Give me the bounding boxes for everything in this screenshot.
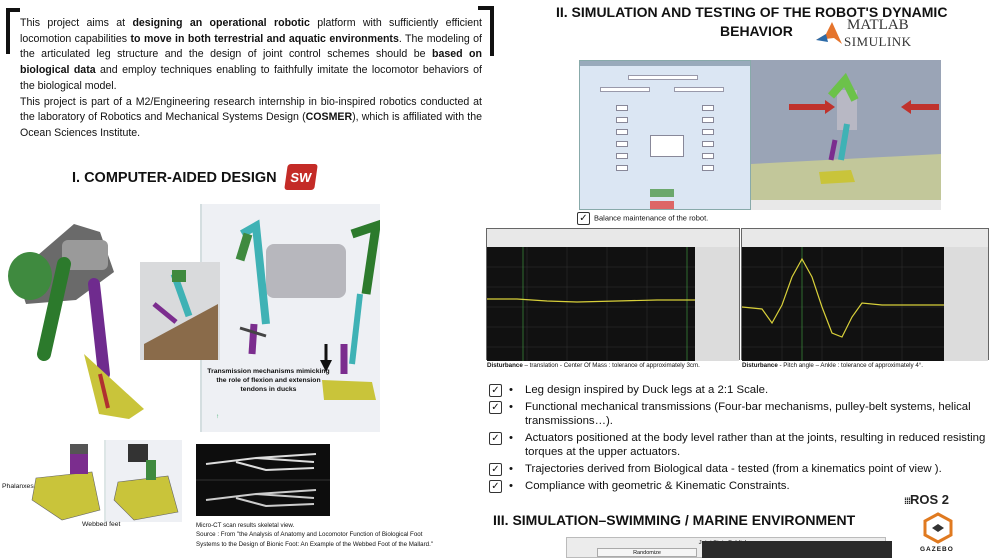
list-item: ✓ • Trajectories derived from Biological d… [487, 462, 987, 477]
section1-title: I. COMPUTER-AIDED DESIGN [72, 170, 277, 186]
list-item: ✓ • Functional mechanical transmissions (F… [487, 400, 987, 429]
balance-check-line: ✓ Balance maintenance of the robot. [577, 212, 708, 225]
simulink-wordmark: SIMULINK [844, 34, 912, 49]
disturbance-caption-pitch: Disturbance - Pitch angle – Ankle : tole… [742, 362, 923, 369]
gazebo-viewport [702, 541, 892, 558]
ros2-logo: ⁞⁞⁞ROS 2 [904, 492, 950, 507]
webbed-feet-image [22, 440, 182, 522]
disturbance-caption-com: Disturbance – translation - Center Of Ma… [487, 362, 700, 369]
section3-title: III. SIMULATION–SWIMMING / MARINE ENVIRO… [493, 512, 856, 528]
intro-bracket-left [6, 8, 20, 54]
list-item: ✓ • Actuators positioned at the body level… [487, 431, 987, 460]
scope-plot-com [486, 228, 740, 361]
matlab-membrane-icon [816, 22, 842, 44]
webbed-feet-label: Webbed feet [82, 521, 121, 528]
micro-ct-image [196, 444, 330, 516]
section2-title-line2: BEHAVIOR [720, 23, 793, 39]
scope-plot-pitch [741, 228, 989, 361]
solidworks-logo-icon: SW [284, 164, 318, 190]
check-icon: ✓ [489, 479, 502, 493]
matlab-wordmark: MATLAB [847, 17, 909, 33]
features-list: ✓ • Leg design inspired by Duck legs at a … [487, 383, 987, 495]
check-icon: ✓ [489, 431, 502, 445]
check-icon: ✓ [489, 384, 502, 397]
transmission-note: Transmission mechanisms mimicking the ro… [207, 368, 330, 393]
gazebo-logo-icon [923, 512, 953, 544]
simulation-gui-image [579, 60, 751, 210]
randomize-button[interactable]: Randomize [597, 548, 697, 557]
cad-render-image: ↑ [4, 204, 380, 432]
svg-text:↑: ↑ [216, 414, 219, 420]
micro-ct-caption: Micro-CT scan results skeletal view. Sou… [196, 522, 433, 548]
check-icon: ✓ [489, 400, 502, 414]
simulation-3d-view-image [751, 60, 941, 210]
gazebo-wordmark: GAZEBO [920, 546, 954, 553]
check-icon: ✓ [577, 212, 590, 225]
list-item: ✓ • Compliance with geometric & Kinematic … [487, 479, 987, 494]
list-item: ✓ • Leg design inspired by Duck legs at a … [487, 383, 987, 398]
intro-text: This project aims at designing an operat… [20, 17, 483, 139]
poster-page: This project aims at designing an operat… [0, 0, 1004, 558]
phalanxes-label: Phalanxes [2, 483, 34, 490]
check-icon: ✓ [489, 462, 502, 476]
